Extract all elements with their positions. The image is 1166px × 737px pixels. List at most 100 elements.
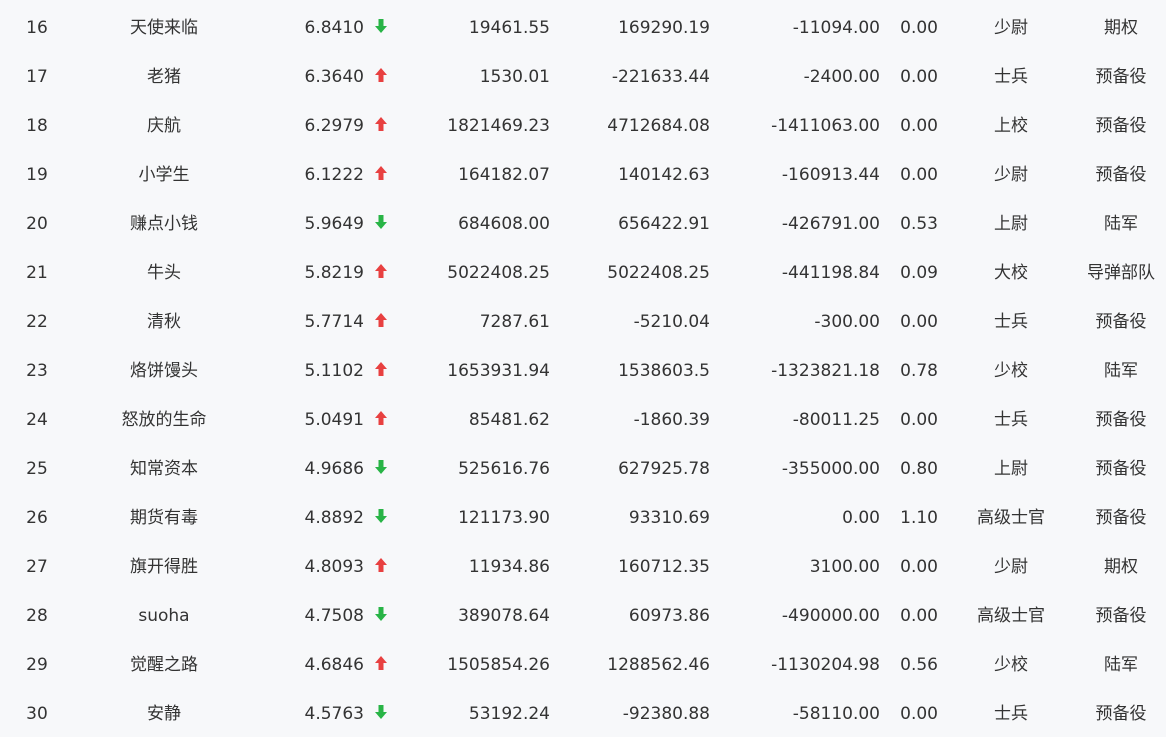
table-row[interactable]: 25 知常资本 4.9686 525616.76 627925.78 -355000.00… — [0, 445, 1166, 494]
value2-cell: 160712.35 — [618, 557, 710, 577]
name-cell: 小学生 — [138, 165, 190, 185]
value3-cell: -160913.44 — [781, 165, 880, 185]
rank-cell: 23 — [26, 361, 48, 381]
level-cell: 上尉 — [994, 459, 1028, 479]
value3-cell: -80011.25 — [792, 410, 880, 430]
table-row[interactable]: 28 suoha 4.7508 389078.64 60973.86 -490000.00… — [0, 592, 1166, 641]
table-row[interactable]: 23 烙饼馒头 5.1102 1653931.94 1538603.5 -1323821.… — [0, 347, 1166, 396]
category-cell: 预备役 — [1095, 410, 1147, 430]
category-cell: 预备役 — [1095, 165, 1147, 185]
value2-cell: 93310.69 — [628, 508, 710, 528]
level-cell: 高级士官 — [977, 508, 1045, 528]
table-row[interactable]: 27 旗开得胜 4.8093 11934.86 160712.35 3100.00 0.00… — [0, 543, 1166, 592]
category-cell: 陆军 — [1104, 214, 1138, 234]
level-cell: 士兵 — [994, 410, 1028, 430]
value2-cell: -5210.04 — [633, 312, 710, 332]
category-cell: 导弹部队 — [1087, 263, 1155, 283]
table-row[interactable]: 17 老猪 6.3640 1530.01 -221633.44 -2400.00 0.00 士… — [0, 53, 1166, 102]
table-row[interactable]: 30 安静 4.5763 53192.24 -92380.88 -58110.00 0.00… — [0, 690, 1166, 737]
rank-cell: 21 — [26, 263, 48, 283]
value1-cell: 1530.01 — [479, 67, 550, 87]
value2-cell: 140142.63 — [618, 165, 710, 185]
score-cell: 5.8219 — [304, 263, 364, 283]
table-row[interactable]: 18 庆航 6.2979 1821469.23 4712684.08 -1411063.0… — [0, 102, 1166, 151]
value3-cell: -490000.00 — [781, 606, 880, 626]
category-cell: 预备役 — [1095, 704, 1147, 724]
value1-cell: 164182.07 — [458, 165, 550, 185]
rank-cell: 27 — [26, 557, 48, 577]
name-cell: 期货有毒 — [130, 508, 198, 528]
table-row[interactable]: 21 牛头 5.8219 5022408.25 5022408.25 -441198.84… — [0, 249, 1166, 298]
rank-cell: 24 — [26, 410, 48, 430]
value4-cell: 0.78 — [900, 361, 938, 381]
rank-cell: 25 — [26, 459, 48, 479]
name-cell: 旗开得胜 — [130, 557, 198, 577]
rank-cell: 17 — [26, 67, 48, 87]
value2-cell: 1538603.5 — [618, 361, 710, 381]
score-cell: 5.9649 — [304, 214, 364, 234]
ranking-table: 16 天使来临 6.8410 19461.55 169290.19 -11094.00 0.… — [0, 0, 1166, 737]
value1-cell: 1505854.26 — [447, 655, 550, 675]
category-cell: 预备役 — [1095, 459, 1147, 479]
score-cell: 4.5763 — [304, 704, 364, 724]
value1-cell: 525616.76 — [458, 459, 550, 479]
name-cell: 安静 — [147, 704, 181, 724]
value2-cell: 656422.91 — [618, 214, 710, 234]
arrow-up-icon — [372, 53, 390, 102]
value2-cell: 60973.86 — [628, 606, 710, 626]
arrow-down-icon — [372, 592, 390, 641]
name-cell: 怒放的生命 — [121, 410, 207, 430]
value4-cell: 0.00 — [900, 67, 938, 87]
value4-cell: 0.00 — [900, 116, 938, 136]
level-cell: 少尉 — [994, 165, 1028, 185]
category-cell: 预备役 — [1095, 116, 1147, 136]
value1-cell: 85481.62 — [468, 410, 550, 430]
table-row[interactable]: 26 期货有毒 4.8892 121173.90 93310.69 0.00 1.10 高级士… — [0, 494, 1166, 543]
score-cell: 4.6846 — [304, 655, 364, 675]
name-cell: suoha — [138, 606, 190, 626]
score-cell: 6.8410 — [304, 18, 364, 38]
score-cell: 4.9686 — [304, 459, 364, 479]
arrow-up-icon — [372, 298, 390, 347]
arrow-down-icon — [372, 200, 390, 249]
table-row[interactable]: 19 小学生 6.1222 164182.07 140142.63 -160913.44 0… — [0, 151, 1166, 200]
value1-cell: 121173.90 — [458, 508, 550, 528]
level-cell: 士兵 — [994, 67, 1028, 87]
value1-cell: 5022408.25 — [447, 263, 550, 283]
arrow-up-icon — [372, 396, 390, 445]
value4-cell: 0.53 — [900, 214, 938, 234]
value2-cell: 627925.78 — [618, 459, 710, 479]
arrow-up-icon — [372, 151, 390, 200]
value1-cell: 684608.00 — [458, 214, 550, 234]
value2-cell: 4712684.08 — [607, 116, 710, 136]
category-cell: 期权 — [1104, 18, 1138, 38]
table-row[interactable]: 29 觉醒之路 4.6846 1505854.26 1288562.46 -1130204… — [0, 641, 1166, 690]
name-cell: 赚点小钱 — [130, 214, 198, 234]
value4-cell: 0.56 — [900, 655, 938, 675]
table-row[interactable]: 22 清秋 5.7714 7287.61 -5210.04 -300.00 0.00 士兵 预备… — [0, 298, 1166, 347]
rank-cell: 29 — [26, 655, 48, 675]
level-cell: 少校 — [994, 655, 1028, 675]
value4-cell: 1.10 — [900, 508, 938, 528]
category-cell: 陆军 — [1104, 655, 1138, 675]
category-cell: 预备役 — [1095, 67, 1147, 87]
arrow-down-icon — [372, 4, 390, 53]
rank-cell: 16 — [26, 18, 48, 38]
value3-cell: -441198.84 — [781, 263, 880, 283]
value2-cell: -221633.44 — [611, 67, 710, 87]
level-cell: 少校 — [994, 361, 1028, 381]
arrow-up-icon — [372, 102, 390, 151]
value4-cell: 0.00 — [900, 606, 938, 626]
table-row[interactable]: 16 天使来临 6.8410 19461.55 169290.19 -11094.00 0.… — [0, 4, 1166, 53]
name-cell: 烙饼馒头 — [130, 361, 198, 381]
category-cell: 预备役 — [1095, 508, 1147, 528]
value4-cell: 0.00 — [900, 165, 938, 185]
value3-cell: 0.00 — [842, 508, 880, 528]
value2-cell: -1860.39 — [633, 410, 710, 430]
table-row[interactable]: 20 赚点小钱 5.9649 684608.00 656422.91 -426791.00… — [0, 200, 1166, 249]
value3-cell: -426791.00 — [781, 214, 880, 234]
value1-cell: 389078.64 — [458, 606, 550, 626]
table-row[interactable]: 24 怒放的生命 5.0491 85481.62 -1860.39 -80011.25 0.… — [0, 396, 1166, 445]
score-cell: 4.8892 — [304, 508, 364, 528]
value1-cell: 1821469.23 — [447, 116, 550, 136]
